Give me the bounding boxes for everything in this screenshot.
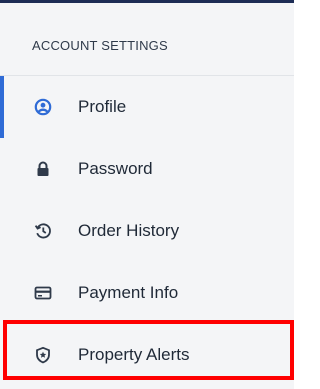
highlight-box [3, 320, 294, 380]
sidebar-item-label: Payment Info [78, 283, 179, 302]
history-icon [34, 222, 52, 240]
user-circle-icon [34, 98, 52, 116]
lock-icon [34, 160, 52, 178]
sidebar-item-label: Profile [78, 97, 127, 116]
sidebar-item-password[interactable]: Password [0, 138, 294, 200]
sidebar-item-label: Password [78, 159, 153, 178]
sidebar-item-profile[interactable]: Profile [0, 76, 294, 138]
sidebar-item-payment-info[interactable]: Payment Info [0, 262, 294, 324]
section-title: ACCOUNT SETTINGS [32, 38, 168, 53]
active-indicator [0, 76, 4, 138]
credit-card-icon [34, 284, 52, 302]
sidebar-item-label: Order History [78, 221, 180, 240]
sidebar-item-order-history[interactable]: Order History [0, 200, 294, 262]
